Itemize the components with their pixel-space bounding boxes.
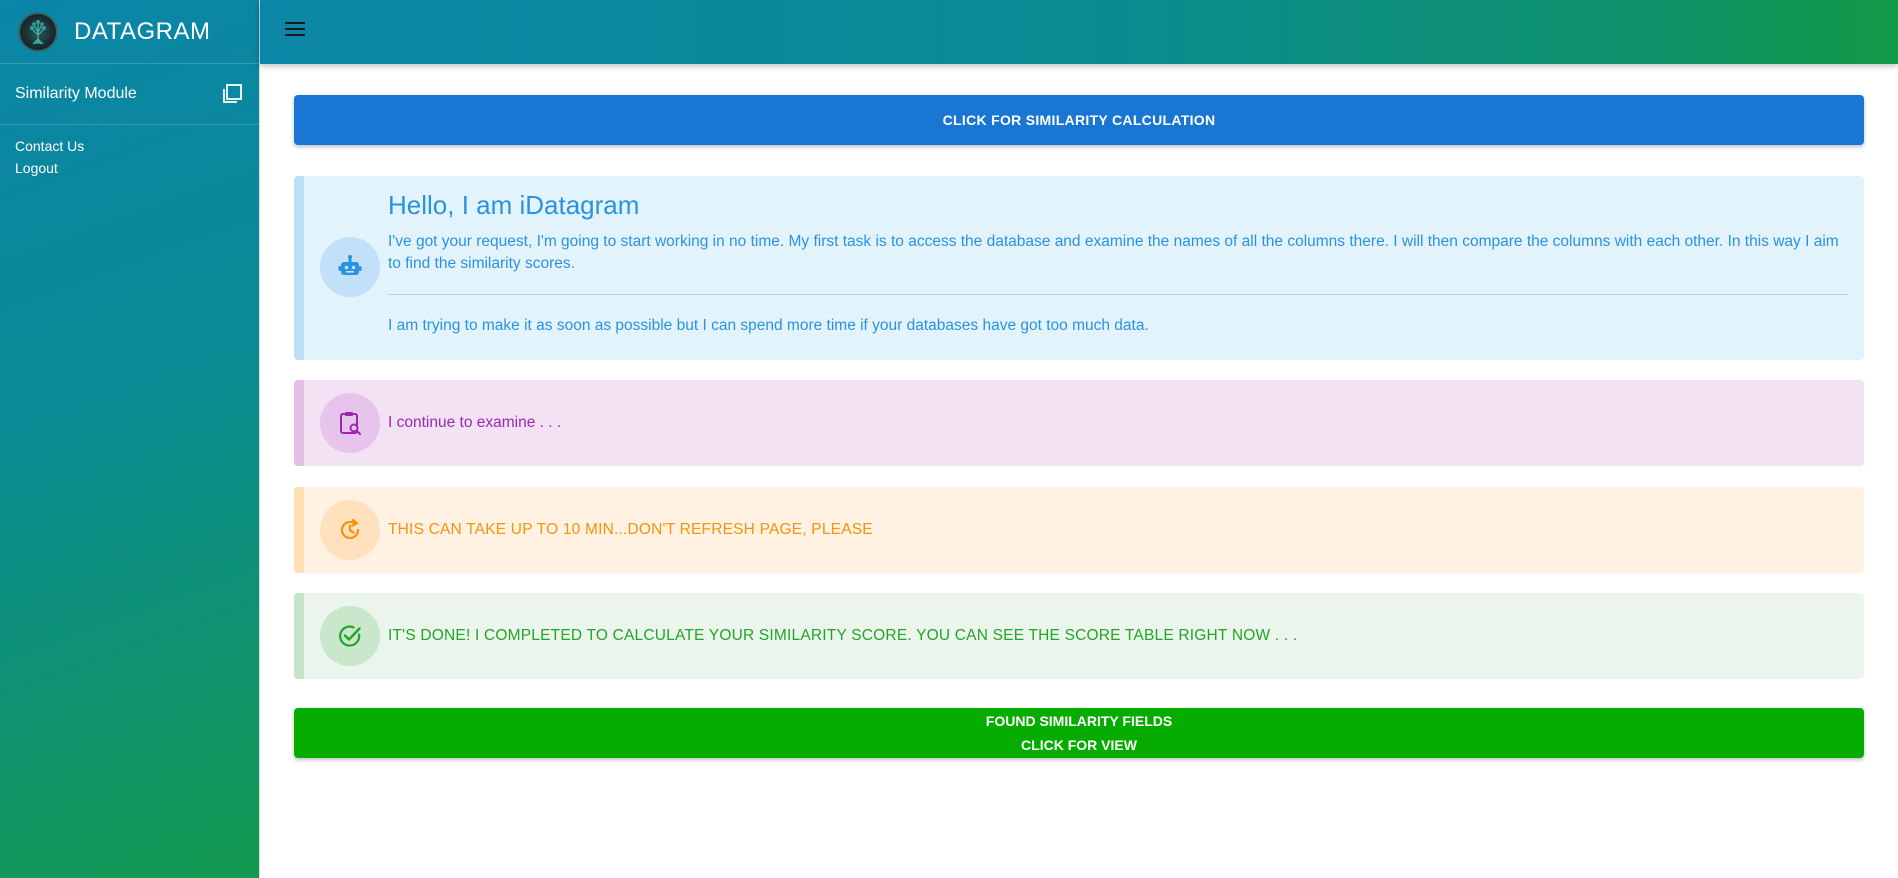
view-similarity-fields-button[interactable]: FOUND SIMILARITY FIELDS CLICK FOR VIEW xyxy=(294,708,1864,758)
sidebar-item-similarity-module[interactable]: Similarity Module xyxy=(0,64,259,125)
similarity-calculation-button[interactable]: CLICK FOR SIMILARITY CALCULATION xyxy=(294,95,1864,145)
sidebar-link-contact-us[interactable]: Contact Us xyxy=(15,135,259,157)
topbar xyxy=(260,0,1898,64)
info-alert: Hello, I am iDatagram I've got your requ… xyxy=(294,176,1864,360)
info-title: Hello, I am iDatagram xyxy=(388,190,640,220)
warning-text: THIS CAN TAKE UP TO 10 MIN...DON'T REFRE… xyxy=(388,521,873,538)
sidebar-links: Contact Us Logout xyxy=(0,125,259,179)
hamburger-icon[interactable] xyxy=(285,22,305,42)
main-content: CLICK FOR SIMILARITY CALCULATION Hello, … xyxy=(294,95,1864,758)
clipboard-search-icon xyxy=(320,393,380,453)
view-button-line2: CLICK FOR VIEW xyxy=(1021,737,1137,753)
warning-alert: THIS CAN TAKE UP TO 10 MIN...DON'T REFRE… xyxy=(294,487,1864,573)
done-alert: IT'S DONE! I COMPLETED TO CALCULATE YOUR… xyxy=(294,593,1864,679)
tree-logo-icon xyxy=(18,11,58,52)
divider xyxy=(388,294,1848,295)
info-text-primary: I've got your request, I'm going to star… xyxy=(388,233,1839,272)
check-circle-icon xyxy=(320,606,380,666)
clock-refresh-icon xyxy=(320,500,380,560)
copy-icon[interactable] xyxy=(220,82,244,106)
robot-icon xyxy=(320,237,380,297)
done-text: IT'S DONE! I COMPLETED TO CALCULATE YOUR… xyxy=(388,627,1298,644)
sidebar-link-logout[interactable]: Logout xyxy=(15,157,259,179)
brand[interactable]: DATAGRAM xyxy=(0,0,259,64)
examine-text: I continue to examine . . . xyxy=(388,414,562,431)
view-button-line1: FOUND SIMILARITY FIELDS xyxy=(985,713,1173,729)
sidebar: DATAGRAM Similarity Module Contact Us Lo… xyxy=(0,0,260,878)
info-text-secondary: I am trying to make it as soon as possib… xyxy=(388,317,1149,334)
sidebar-item-label: Similarity Module xyxy=(15,85,137,102)
examine-alert: I continue to examine . . . xyxy=(294,380,1864,466)
brand-name: DATAGRAM xyxy=(74,17,211,45)
